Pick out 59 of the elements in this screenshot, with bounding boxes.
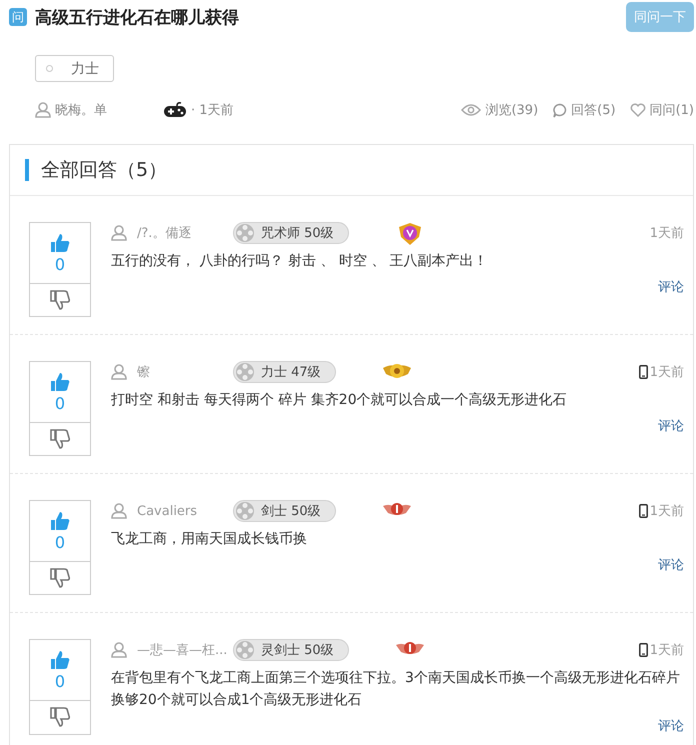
class-level-badge: 力士 47级 (233, 361, 336, 383)
comment-link[interactable]: 评论 (658, 280, 684, 295)
accent-bar (25, 159, 29, 181)
user-name[interactable]: Cavaliers (137, 504, 198, 518)
thumbs-up-icon (50, 372, 70, 392)
user-icon (111, 364, 127, 380)
class-level-badge: 剑士 50级 (233, 500, 336, 522)
eye-icon (461, 104, 482, 116)
tag[interactable]: 力士 (35, 55, 114, 82)
heart-icon (630, 103, 646, 117)
vote-count: 0 (54, 672, 66, 690)
phone-icon (638, 643, 648, 657)
speech-bubble-icon (552, 102, 568, 118)
thumbs-down-icon (50, 568, 70, 588)
author-name[interactable]: 晓梅。单 (55, 101, 107, 119)
answer-count[interactable]: 回答(5) (571, 101, 616, 119)
vote-count: 0 (54, 254, 66, 274)
emblem-icon (235, 223, 255, 243)
question-title: 高级五行进化石在哪儿获得 (35, 6, 239, 28)
section-heading: 全部回答（5） (41, 158, 168, 183)
thumbs-up-icon (50, 510, 70, 530)
thumbs-up-icon (50, 650, 70, 670)
thumbs-down-icon (50, 707, 70, 727)
ask-too-button[interactable]: 同问一下 (626, 2, 694, 32)
vote-count: 0 (54, 532, 66, 552)
comment-link[interactable]: 评论 (658, 558, 684, 573)
answer-time: 1天前 (650, 364, 684, 381)
thumbs-down-icon (50, 429, 70, 449)
answer-time: 1天前 (650, 642, 684, 659)
emblem-icon (235, 501, 255, 521)
answer-text: 在背包里有个飞龙工商上面第三个选项往下拉。3个南天国成长币换一个高级无形进化石碎片换够20个就可以合成1个高级无形进化石 (111, 669, 681, 710)
user-name[interactable]: 镲 (137, 363, 150, 381)
class-level-badge: 咒术师 50级 (233, 222, 349, 244)
comment-link[interactable]: 评论 (658, 719, 684, 734)
thumbs-up-icon (50, 232, 70, 252)
vote-count: 0 (54, 394, 66, 412)
answer-text: 飞龙工商，用南天国成长钱币换 (111, 530, 308, 549)
answer-time: 1天前 (650, 503, 684, 520)
phone-icon (638, 504, 648, 518)
thumbs-down-icon (50, 290, 70, 310)
user-icon (111, 642, 127, 658)
emblem-icon (235, 362, 255, 382)
class-level-badge: 灵剑士 50级 (233, 639, 349, 661)
answer-text: 五行的没有， 八卦的行吗？ 射击 、 时空 、 王八副本产出！ (111, 252, 489, 271)
user-name[interactable]: /?.。備逐 (137, 224, 192, 242)
user-icon (111, 503, 127, 519)
emblem-icon (235, 640, 255, 660)
phone-icon (638, 365, 648, 379)
user-icon (35, 102, 51, 118)
view-count: 浏览(39) (485, 102, 538, 119)
gamepad-icon (163, 102, 187, 118)
answer-text: 打时空 和射击 每天得两个 碎片 集齐20个就可以合成一个高级无形进化石 (111, 391, 568, 410)
comment-link[interactable]: 评论 (658, 419, 684, 434)
question-badge: 问 (9, 8, 27, 26)
same-question-count[interactable]: 同问(1) (650, 101, 694, 119)
user-icon (111, 225, 127, 241)
post-time: · 1天前 (191, 102, 234, 119)
answer-time: 1天前 (650, 225, 684, 242)
user-name[interactable]: —悲—喜—枉... (137, 641, 228, 659)
